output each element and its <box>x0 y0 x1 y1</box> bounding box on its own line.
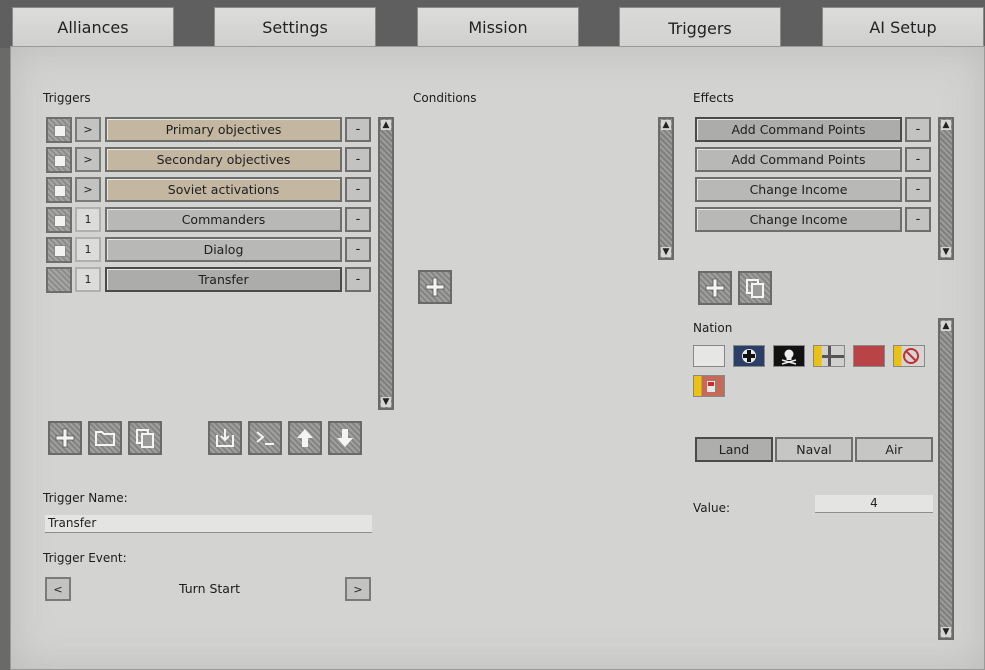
naval-toggle[interactable]: Naval <box>775 437 853 462</box>
trigger-checkbox[interactable] <box>46 267 72 293</box>
german-cross-flag-icon[interactable] <box>733 345 765 367</box>
trigger-checkbox[interactable] <box>46 237 72 263</box>
effect-item-add-command-points[interactable]: Add Command Points <box>695 147 902 172</box>
trigger-item-commanders[interactable]: Commanders <box>105 207 342 232</box>
conditions-scrollbar[interactable]: ▲ ▼ <box>658 117 674 260</box>
trigger-expand-button[interactable]: > <box>75 147 101 172</box>
effect-remove-button[interactable]: - <box>905 117 931 142</box>
tab-alliances[interactable]: Alliances <box>12 7 174 47</box>
air-toggle[interactable]: Air <box>855 437 933 462</box>
effect-params-scrollbar[interactable]: ▲ ▼ <box>938 318 954 640</box>
copy-icon <box>746 279 764 298</box>
vatican-flag-icon[interactable] <box>693 375 725 397</box>
trigger-checkbox[interactable] <box>46 117 72 143</box>
copy-effect-button[interactable] <box>738 271 772 305</box>
trigger-checkbox[interactable] <box>46 207 72 233</box>
trigger-item-primary-objectives[interactable]: Primary objectives <box>105 117 342 142</box>
import-trigger-button[interactable] <box>208 421 242 455</box>
trigger-count: 1 <box>75 207 101 232</box>
event-next-button[interactable]: > <box>345 577 371 601</box>
console-icon <box>256 431 274 445</box>
trigger-item-secondary-objectives[interactable]: Secondary objectives <box>105 147 342 172</box>
trigger-remove-button[interactable]: - <box>345 177 371 202</box>
plus-icon <box>55 428 75 448</box>
tab-ai-setup[interactable]: AI Setup <box>822 7 984 47</box>
value-input[interactable]: 4 <box>815 495 933 513</box>
move-down-button[interactable] <box>328 421 362 455</box>
tab-settings[interactable]: Settings <box>214 7 376 47</box>
trigger-name-label: Trigger Name: <box>43 491 128 505</box>
trigger-expand-button[interactable]: > <box>75 117 101 142</box>
none-flag-icon[interactable] <box>893 345 925 367</box>
add-condition-button[interactable] <box>418 270 452 304</box>
trigger-item-soviet-activations[interactable]: Soviet activations <box>105 177 342 202</box>
folder-icon <box>95 431 115 446</box>
scroll-down-icon[interactable]: ▼ <box>381 397 391 407</box>
trigger-item-dialog[interactable]: Dialog <box>105 237 342 262</box>
effect-remove-button[interactable]: - <box>905 147 931 172</box>
copy-icon <box>136 429 154 448</box>
red-flag-icon[interactable] <box>853 345 885 367</box>
effect-remove-button[interactable]: - <box>905 207 931 232</box>
trigger-count: 1 <box>75 237 101 262</box>
effects-heading: Effects <box>693 91 734 105</box>
effect-remove-button[interactable]: - <box>905 177 931 202</box>
trigger-remove-button[interactable]: - <box>345 147 371 172</box>
white-flag-icon[interactable] <box>693 345 725 367</box>
trigger-event-value: Turn Start <box>179 581 241 596</box>
finnish-cross-flag-icon[interactable] <box>813 345 845 367</box>
nation-label: Nation <box>693 321 733 335</box>
scroll-up-icon[interactable]: ▲ <box>941 120 951 130</box>
arrow-up-icon <box>297 429 313 447</box>
console-button[interactable] <box>248 421 282 455</box>
open-folder-button[interactable] <box>88 421 122 455</box>
trigger-checkbox[interactable] <box>46 177 72 203</box>
trigger-event-label: Trigger Event: <box>43 551 127 565</box>
copy-trigger-button[interactable] <box>128 421 162 455</box>
triggers-scrollbar[interactable]: ▲ ▼ <box>378 117 394 410</box>
skull-flag-icon[interactable] <box>773 345 805 367</box>
triggers-panel: Triggers > Primary objectives - > Second… <box>10 46 985 670</box>
conditions-heading: Conditions <box>413 91 477 105</box>
scroll-down-icon[interactable]: ▼ <box>941 627 951 637</box>
trigger-remove-button[interactable]: - <box>345 267 371 292</box>
scroll-down-icon[interactable]: ▼ <box>941 247 951 257</box>
scroll-up-icon[interactable]: ▲ <box>381 120 391 130</box>
add-effect-button[interactable] <box>698 271 732 305</box>
value-label: Value: <box>693 501 730 515</box>
scroll-up-icon[interactable]: ▲ <box>661 120 671 130</box>
trigger-remove-button[interactable]: - <box>345 237 371 262</box>
move-up-button[interactable] <box>288 421 322 455</box>
trigger-name-input[interactable]: Transfer <box>45 515 372 533</box>
trigger-count: 1 <box>75 267 101 292</box>
tab-bar: Alliances Settings Mission Triggers AI S… <box>0 0 985 49</box>
trigger-remove-button[interactable]: - <box>345 117 371 142</box>
add-trigger-button[interactable] <box>48 421 82 455</box>
effect-item-add-command-points[interactable]: Add Command Points <box>695 117 902 142</box>
scroll-down-icon[interactable]: ▼ <box>661 247 671 257</box>
triggers-heading: Triggers <box>43 91 91 105</box>
trigger-item-transfer[interactable]: Transfer <box>105 267 342 292</box>
scroll-up-icon[interactable]: ▲ <box>941 321 951 331</box>
effect-item-change-income[interactable]: Change Income <box>695 177 902 202</box>
effects-scrollbar[interactable]: ▲ ▼ <box>938 117 954 260</box>
tab-mission[interactable]: Mission <box>417 7 579 47</box>
arrow-down-icon <box>337 429 353 447</box>
trigger-remove-button[interactable]: - <box>345 207 371 232</box>
trigger-expand-button[interactable]: > <box>75 177 101 202</box>
event-prev-button[interactable]: < <box>45 577 71 601</box>
effect-item-change-income[interactable]: Change Income <box>695 207 902 232</box>
import-icon <box>216 429 234 447</box>
land-toggle[interactable]: Land <box>695 437 773 462</box>
tab-triggers[interactable]: Triggers <box>619 7 781 49</box>
plus-icon <box>705 278 725 298</box>
plus-icon <box>425 277 445 297</box>
trigger-checkbox[interactable] <box>46 147 72 173</box>
